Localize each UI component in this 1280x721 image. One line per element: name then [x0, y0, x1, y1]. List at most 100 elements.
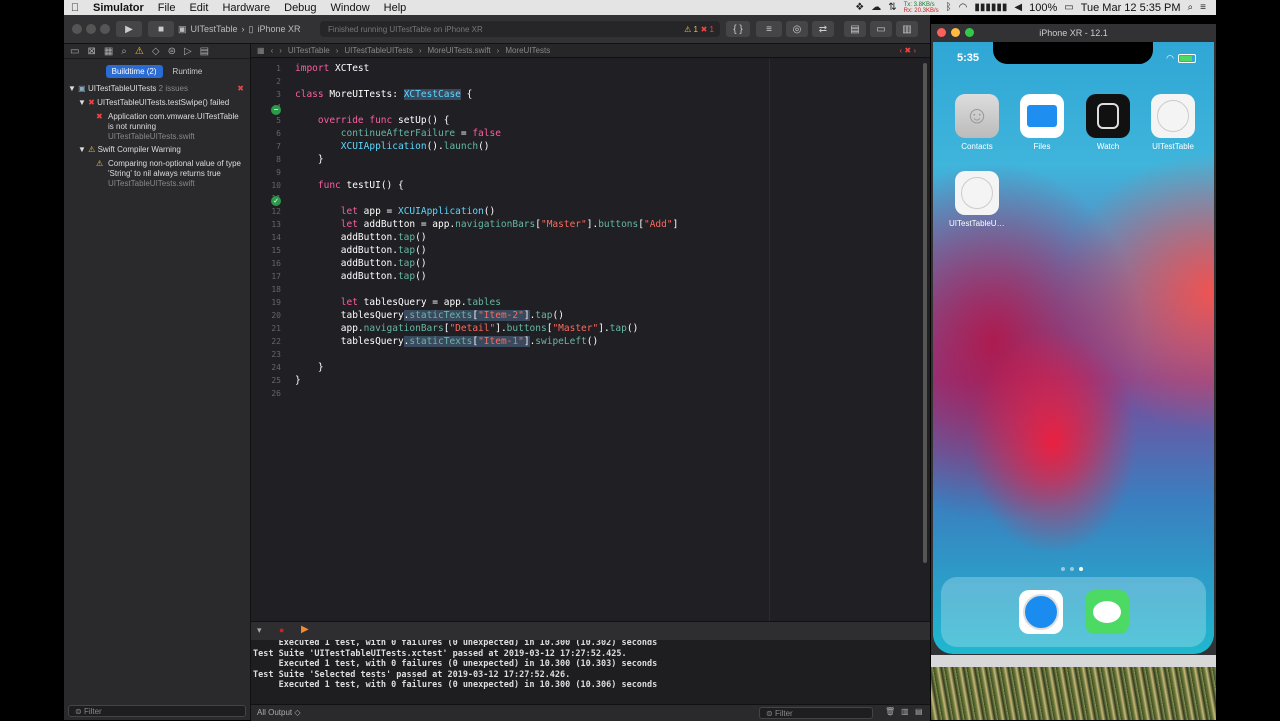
app-uitesttable[interactable]: UITestTable	[1145, 94, 1201, 151]
menu-help[interactable]: Help	[377, 2, 414, 14]
find-icon[interactable]: ⌕	[121, 46, 127, 57]
issue-project-row[interactable]: ▼ ▣ UITestTableUITests 2 issues ✖	[64, 84, 250, 96]
page-indicator[interactable]	[1061, 567, 1083, 571]
navigator-filter[interactable]: ⊜ Filter	[68, 705, 246, 717]
symbol-icon[interactable]: ▦	[104, 46, 113, 57]
debug-bar: ▾ ● ▶	[251, 621, 930, 641]
console-output[interactable]: Executed 1 test, with 0 failures (0 unex…	[251, 640, 930, 704]
stop-button[interactable]: ■	[148, 21, 174, 37]
test-diamond-icon[interactable]: −	[271, 105, 281, 115]
source-control-icon[interactable]: ⊠	[87, 46, 95, 57]
breadcrumb-project[interactable]: UITestTable	[288, 46, 330, 55]
editor-scrollbar[interactable]	[922, 59, 928, 621]
scheme-selector[interactable]: ▣ UITestTable › ▯ iPhone XR	[178, 22, 301, 36]
search-icon[interactable]: ⌕	[1188, 2, 1194, 13]
menu-edit[interactable]: Edit	[182, 2, 215, 14]
debug-icon[interactable]: ⊜	[168, 46, 176, 57]
menu-window[interactable]: Window	[324, 2, 377, 14]
close-button[interactable]	[937, 28, 946, 37]
error-count[interactable]: ✖ 1	[701, 25, 714, 34]
tab-buildtime[interactable]: Buildtime (2)	[105, 65, 163, 78]
cpu-monitor-icon[interactable]: ▮▮▮▮▮▮	[974, 2, 1007, 13]
app-files[interactable]: Files	[1014, 94, 1070, 151]
back-icon[interactable]: ‹	[271, 46, 274, 55]
breakpoints-icon[interactable]: ●	[279, 625, 284, 635]
scroll-thumb[interactable]	[923, 63, 927, 563]
list-icon[interactable]: ≡	[1200, 2, 1206, 13]
version-editor-button[interactable]: ⇄	[812, 21, 834, 37]
issue-nav-error-icon[interactable]: ‹ ✖ ›	[900, 46, 916, 55]
standard-editor-button[interactable]: ≡	[756, 21, 782, 37]
breadcrumb-group[interactable]: UITestTableUITests	[344, 46, 412, 55]
safari-icon[interactable]	[1019, 590, 1063, 634]
scheme-name: UITestTable	[190, 24, 238, 34]
console-line: Executed 1 test, with 0 failures (0 unex…	[253, 659, 658, 669]
breadcrumb-file[interactable]: MoreUITests.swift	[428, 46, 491, 55]
memory-graph-icon[interactable]: ▶	[301, 624, 309, 635]
line-number: 10	[271, 181, 281, 190]
hide-debug-icon[interactable]: ▾	[257, 625, 262, 636]
split-left-icon[interactable]: ▥	[901, 707, 909, 716]
menu-bar:  Simulator File Edit Hardware Debug Win…	[64, 0, 1216, 15]
close-button[interactable]	[72, 24, 82, 34]
battery-percent[interactable]: 100%	[1029, 2, 1057, 14]
test-passed-icon[interactable]: ✓	[271, 196, 281, 206]
breakpoint-icon[interactable]: ▷	[184, 46, 192, 57]
inspector-toggle[interactable]: ▥	[896, 21, 918, 37]
menu-debug[interactable]: Debug	[277, 2, 323, 14]
line-number: 14	[271, 233, 281, 242]
breadcrumb-symbol[interactable]: MoreUITests	[505, 46, 550, 55]
line-number: 24	[271, 363, 281, 372]
tab-runtime[interactable]: Runtime	[167, 65, 209, 78]
warning-group-row[interactable]: ▼ ⚠ Swift Compiler Warning	[64, 145, 250, 157]
app-contacts[interactable]: ☺ Contacts	[949, 94, 1005, 151]
battery-icon[interactable]: ▭	[1064, 2, 1073, 13]
output-selector[interactable]: All Output ◇	[257, 708, 301, 717]
assistant-editor-button[interactable]: ◎	[786, 21, 808, 37]
wifi-icon[interactable]: ◠	[959, 2, 968, 13]
console-filter[interactable]: ⊜ Filter	[759, 707, 873, 719]
navigator-toggle[interactable]: ▤	[844, 21, 866, 37]
forward-icon[interactable]: ›	[279, 46, 282, 55]
warning-count[interactable]: ⚠ 1	[684, 25, 698, 34]
line-gutter[interactable]: 1234567891011121314151617181920212223242…	[251, 59, 287, 621]
code-line-15: addButton.tap()	[295, 245, 427, 256]
menu-simulator[interactable]: Simulator	[86, 2, 151, 14]
folder-icon[interactable]: ▭	[70, 46, 79, 57]
menu-file[interactable]: File	[151, 2, 183, 14]
apple-icon[interactable]: 	[64, 2, 86, 14]
line-number: 25	[271, 376, 281, 385]
device-screen[interactable]: 5:35 ◠ ☺ Contacts Files Watch UITestTabl…	[933, 42, 1214, 654]
clock[interactable]: Tue Mar 12 5:35 PM	[1081, 2, 1181, 14]
test-icon[interactable]: ◇	[152, 46, 160, 57]
report-icon[interactable]: ▤	[200, 46, 209, 57]
run-button[interactable]: ▶	[116, 21, 142, 37]
debug-toggle[interactable]: ▭	[870, 21, 892, 37]
zoom-button[interactable]	[965, 28, 974, 37]
net-monitor-icon[interactable]: ⇅	[888, 2, 896, 13]
volume-icon[interactable]: ◀	[1014, 2, 1022, 13]
test-failure-row[interactable]: ▼ ✖ UITestTableUITests.testSwipe() faile…	[64, 98, 250, 110]
source-editor[interactable]: 1234567891011121314151617181920212223242…	[251, 59, 930, 621]
split-right-icon[interactable]: ▤	[915, 707, 923, 716]
play-icon: ▶	[125, 23, 133, 35]
minimize-button[interactable]	[951, 28, 960, 37]
app-uitesttableuitests[interactable]: UITestTableUITe...	[949, 171, 1005, 228]
app-label: Files	[1033, 142, 1051, 151]
cloud-icon[interactable]: ☁	[871, 2, 881, 13]
app-watch[interactable]: Watch	[1080, 94, 1136, 151]
menu-hardware[interactable]: Hardware	[215, 2, 277, 14]
minimize-button[interactable]	[86, 24, 96, 34]
bluetooth-icon[interactable]: ᛒ	[946, 2, 952, 13]
zoom-button[interactable]	[100, 24, 110, 34]
messages-icon[interactable]	[1085, 590, 1129, 634]
error-item[interactable]: ✖ Application com.vmware.UITestTable is …	[64, 112, 250, 142]
rings-icon: ◎	[792, 23, 802, 35]
dropbox-icon[interactable]: ❖	[855, 2, 864, 13]
related-items-icon[interactable]: ▦	[257, 46, 265, 55]
stop-icon: ■	[157, 23, 165, 35]
warning-item[interactable]: ⚠ Comparing non-optional value of type '…	[64, 159, 250, 189]
trash-icon[interactable]: 🗑	[885, 707, 895, 716]
library-button[interactable]: { }	[726, 21, 750, 37]
issue-icon[interactable]: ⚠	[135, 46, 144, 57]
